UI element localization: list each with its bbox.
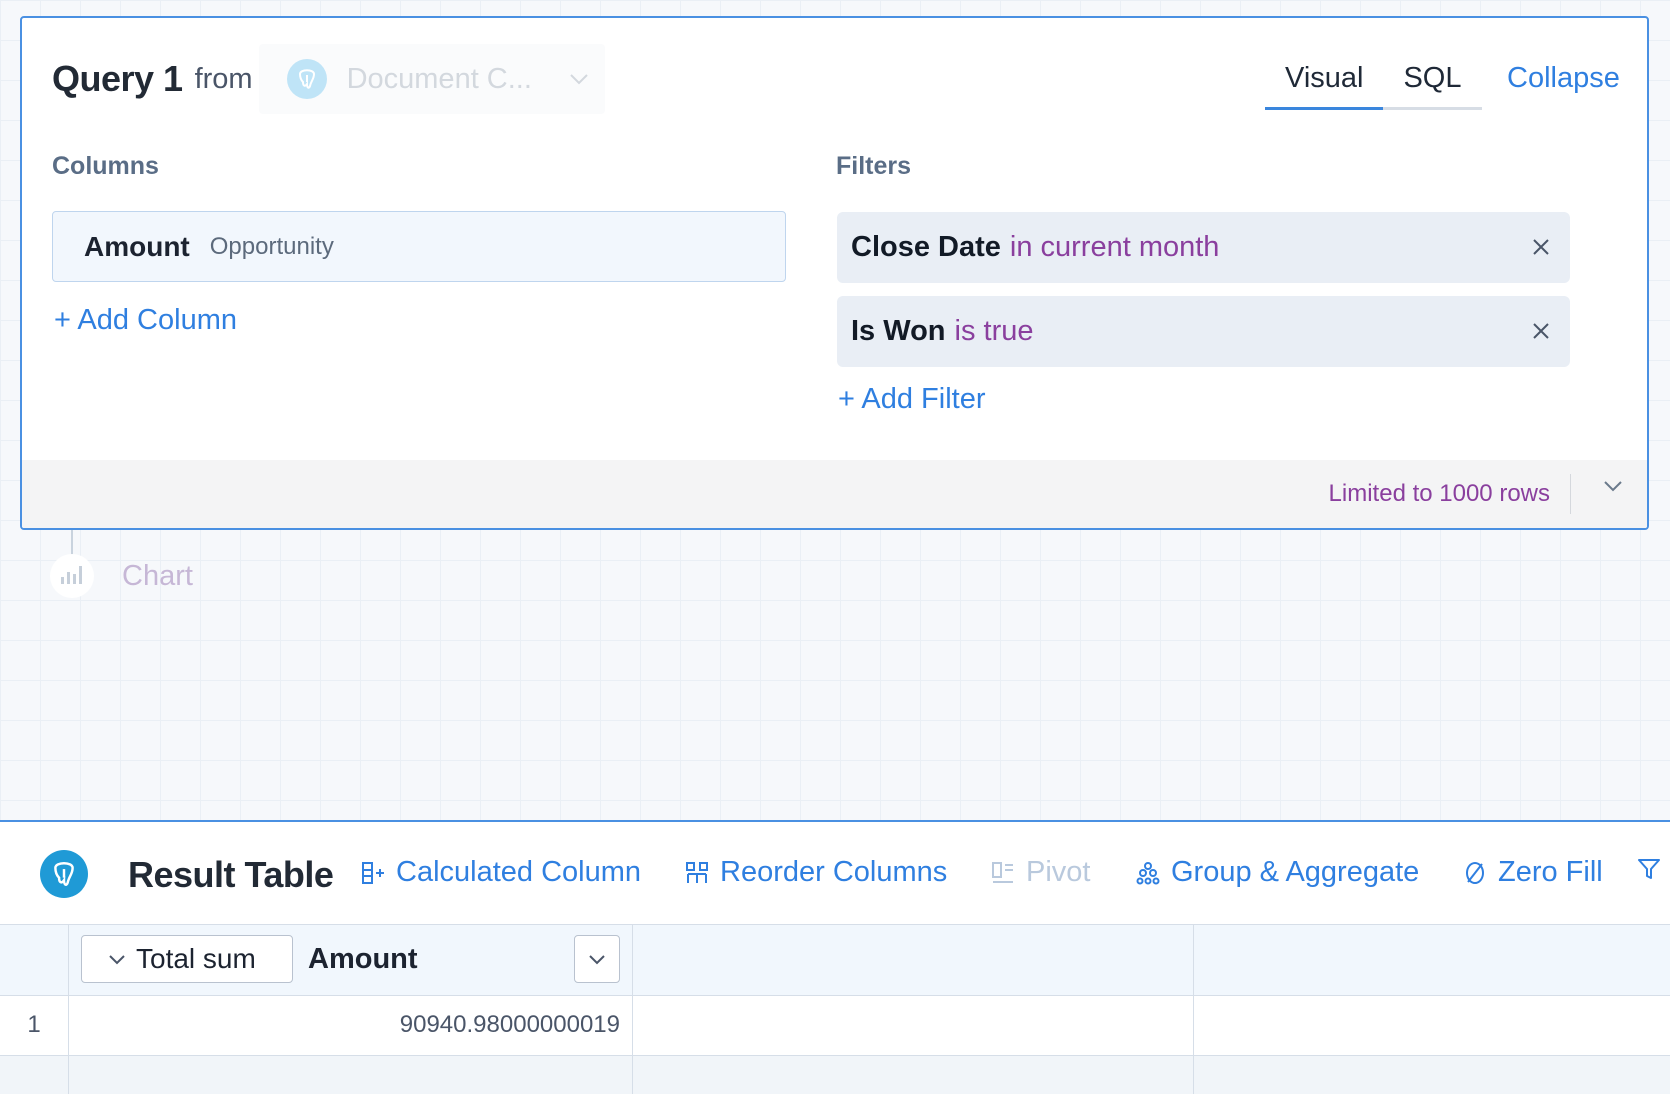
postgres-icon — [40, 850, 88, 898]
tab-visual[interactable]: Visual — [1265, 46, 1384, 110]
query-card: Query 1 from Document C... Visual SQL Co… — [20, 16, 1649, 530]
add-filter-link[interactable]: + Add Filter — [838, 383, 986, 416]
zero-fill-icon — [1466, 861, 1484, 884]
collapse-link[interactable]: Collapse — [1507, 62, 1620, 95]
column-header-name: Amount — [308, 943, 418, 975]
query-title: Query 1 — [52, 58, 183, 99]
filter-field: Close Date — [851, 231, 1001, 263]
grid-header-row: Total sum Amount — [0, 924, 1670, 996]
column-name: Amount — [84, 230, 190, 262]
close-icon[interactable] — [1526, 232, 1556, 262]
group-aggregate-icon — [1136, 861, 1160, 884]
chevron-down-icon — [109, 954, 125, 964]
aggregation-value: Total sum — [136, 943, 256, 974]
footer-divider — [1570, 474, 1571, 514]
reorder-columns-icon — [686, 861, 708, 883]
calculated-column-button[interactable]: Calculated Column — [360, 856, 641, 889]
zero-fill-button[interactable]: Zero Fill — [1462, 856, 1603, 889]
table-row: 1 90940.98000000019 — [0, 996, 1670, 1056]
pivot-label: Pivot — [1026, 856, 1091, 888]
close-icon[interactable] — [1526, 316, 1556, 346]
bar-chart-icon — [59, 563, 85, 590]
tab-sql[interactable]: SQL — [1383, 46, 1482, 110]
group-aggregate-button[interactable]: Group & Aggregate — [1135, 856, 1419, 889]
chevron-down-icon[interactable] — [1603, 479, 1623, 497]
chevron-down-icon — [589, 954, 605, 964]
filter-button[interactable] — [1636, 856, 1670, 882]
filter-pill[interactable]: Is Won is true — [837, 296, 1570, 367]
result-toolbar: Result Table Calculated Column Reorder C… — [0, 822, 1670, 924]
filter-icon — [1638, 859, 1660, 879]
filters-label: Filters — [836, 152, 912, 180]
result-table-panel: Result Table Calculated Column Reorder C… — [0, 820, 1670, 1094]
empty-row — [0, 1056, 1670, 1094]
filter-operator: in current month — [1009, 231, 1220, 263]
filter-operator: is true — [954, 315, 1034, 347]
result-table-title: Result Table — [128, 854, 334, 895]
reorder-columns-label: Reorder Columns — [720, 856, 948, 888]
chevron-down-icon — [569, 73, 589, 85]
row-number: 1 — [27, 1011, 41, 1038]
calculated-column-label: Calculated Column — [396, 856, 642, 888]
column-menu-button[interactable] — [574, 935, 620, 983]
pivot-icon — [992, 861, 1013, 883]
grid-divider — [68, 924, 69, 1094]
source-name: Document C... — [346, 62, 532, 95]
table-cell[interactable]: 90940.98000000019 — [68, 1011, 620, 1039]
chart-step-label[interactable]: Chart — [122, 560, 193, 593]
chart-step-node[interactable] — [50, 554, 94, 598]
grid-divider — [1193, 924, 1194, 1094]
group-aggregate-label: Group & Aggregate — [1171, 856, 1420, 888]
query-header: Query 1 from Document C... — [52, 44, 605, 114]
query-footer: Limited to 1000 rows — [22, 460, 1647, 528]
columns-label: Columns — [52, 152, 159, 180]
add-column-link[interactable]: + Add Column — [54, 304, 237, 337]
mode-tabs: Visual SQL — [1265, 46, 1482, 110]
row-limit-text[interactable]: Limited to 1000 rows — [1329, 480, 1550, 508]
zero-fill-label: Zero Fill — [1498, 856, 1603, 888]
filter-pill[interactable]: Close Date in current month — [837, 212, 1570, 283]
column-pill[interactable]: Amount Opportunity — [52, 211, 786, 282]
filter-field: Is Won — [851, 315, 946, 347]
postgres-icon — [286, 59, 327, 99]
source-select[interactable]: Document C... — [258, 44, 605, 114]
calculated-column-icon — [362, 861, 384, 884]
pivot-button[interactable]: Pivot — [990, 856, 1090, 889]
reorder-columns-button[interactable]: Reorder Columns — [684, 856, 947, 889]
aggregation-select[interactable]: Total sum — [81, 935, 293, 983]
column-table: Opportunity — [209, 232, 334, 260]
from-label: from — [194, 62, 253, 95]
grid-divider — [632, 924, 633, 1094]
